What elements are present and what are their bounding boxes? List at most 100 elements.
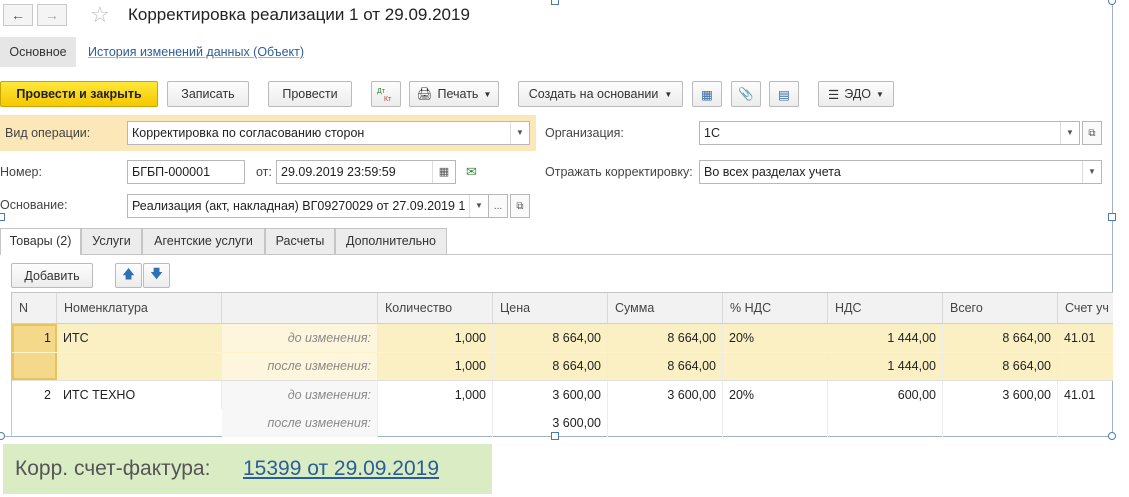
structure-button[interactable]: ▦ [692, 81, 722, 107]
account-before[interactable]: 41.01 [1058, 381, 1113, 409]
row-name[interactable]: ИТС [57, 324, 222, 352]
create-based-on-button[interactable]: Создать на основании ▼ [518, 81, 683, 107]
column-header-nomenclature[interactable]: Номенклатура [57, 293, 222, 324]
invoice-panel: Корр. счет-фактура: 15399 от 29.09.2019 [3, 444, 492, 494]
number-field[interactable]: БГБП-000001 [127, 160, 245, 184]
qty-before[interactable]: 1,000 [378, 324, 493, 352]
account-after[interactable] [1058, 409, 1113, 437]
column-header-price[interactable]: Цена [493, 293, 608, 324]
attach-button[interactable]: 📎 [731, 81, 761, 107]
resize-handle[interactable] [1108, 0, 1116, 5]
invoice-label: Корр. счет-фактура: [15, 457, 211, 480]
operation-value: Корректировка по согласованию сторон [132, 126, 365, 140]
account-after[interactable] [1058, 352, 1113, 380]
total-after[interactable]: 8 664,00 [943, 352, 1058, 380]
add-row-button[interactable]: Добавить [11, 263, 93, 288]
basis-value: Реализация (акт, накладная) ВГ09270029 о… [132, 199, 466, 213]
structure-icon: ▦ [701, 87, 713, 102]
history-link[interactable]: История изменений данных (Объект) [88, 37, 304, 67]
column-header-n[interactable]: N [12, 293, 57, 324]
save-button[interactable]: Записать [167, 81, 249, 107]
resize-handle[interactable] [0, 432, 5, 440]
vat-rate-after[interactable] [723, 352, 828, 380]
tab-goods[interactable]: Товары (2) [0, 228, 81, 255]
edo-button[interactable]: ☰ ЭДО ▼ [818, 81, 894, 107]
open-icon: ⧉ [516, 200, 524, 212]
resize-handle[interactable] [551, 0, 559, 5]
svg-text:Кт: Кт [384, 96, 392, 102]
chevron-down-icon[interactable]: ▼ [469, 195, 488, 217]
choose-basis-button[interactable]: ... [488, 194, 508, 218]
calendar-icon[interactable]: ▦ [432, 161, 455, 183]
column-header-vat-rate[interactable]: % НДС [723, 293, 828, 324]
organization-label: Организация: [545, 126, 624, 140]
chevron-down-icon: ▼ [483, 89, 492, 99]
post-button[interactable]: Провести [268, 81, 352, 107]
list-button[interactable]: ▤ [769, 81, 799, 107]
vat-after[interactable]: 1 444,00 [828, 352, 943, 380]
tab-agent-services[interactable]: Агентские услуги [142, 228, 265, 254]
column-header-vat[interactable]: НДС [828, 293, 943, 324]
operation-select[interactable]: Корректировка по согласованию сторон ▼ [127, 121, 530, 145]
chevron-down-icon[interactable]: ▼ [510, 122, 529, 144]
organization-field[interactable]: 1С ▼ [699, 121, 1080, 145]
goods-table: N Номенклатура Количество Цена Сумма % Н… [11, 292, 1113, 437]
before-label: до изменения: [222, 381, 378, 409]
chevron-down-icon[interactable]: ▼ [1060, 122, 1079, 144]
open-organization-button[interactable]: ⧉ [1082, 121, 1102, 145]
arrow-up-icon: 🡅 [122, 267, 135, 281]
column-header-quantity[interactable]: Количество [378, 293, 493, 324]
create-based-label: Создать на основании [528, 87, 659, 101]
column-header-sum[interactable]: Сумма [608, 293, 723, 324]
vat-after[interactable] [828, 409, 943, 437]
post-and-close-button[interactable]: Провести и закрыть [0, 81, 158, 107]
price-before[interactable]: 8 664,00 [493, 324, 608, 352]
comment-icon[interactable]: ✉ [466, 164, 477, 180]
move-down-button[interactable]: 🡇 [143, 263, 170, 288]
star-icon[interactable]: ☆ [90, 2, 110, 28]
reflect-select[interactable]: Во всех разделах учета ▼ [699, 160, 1102, 184]
basis-field[interactable]: Реализация (акт, накладная) ВГ09270029 о… [127, 194, 489, 218]
row-name[interactable]: ИТС ТЕХНО [57, 381, 222, 409]
open-basis-button[interactable]: ⧉ [510, 194, 530, 218]
date-field[interactable]: 29.09.2019 23:59:59 ▦ [276, 160, 456, 184]
paperclip-icon: 📎 [738, 86, 754, 101]
column-header-total[interactable]: Всего [943, 293, 1058, 324]
move-up-button[interactable]: 🡅 [115, 263, 142, 288]
price-after[interactable]: 8 664,00 [493, 352, 608, 380]
qty-after[interactable] [378, 409, 493, 437]
sum-before[interactable]: 3 600,00 [608, 381, 723, 409]
print-button[interactable]: 🖨 Печать ▼ [409, 81, 499, 107]
vat-before[interactable]: 1 444,00 [828, 324, 943, 352]
vat-rate-after[interactable] [723, 409, 828, 437]
resize-handle[interactable] [0, 213, 5, 221]
vat-rate-before[interactable]: 20% [723, 324, 828, 352]
vat-before[interactable]: 600,00 [828, 381, 943, 409]
tab-settlements[interactable]: Расчеты [265, 228, 335, 254]
total-before[interactable]: 3 600,00 [943, 381, 1058, 409]
resize-handle[interactable] [1108, 213, 1116, 221]
tab-additional[interactable]: Дополнительно [335, 228, 447, 254]
tab-main[interactable]: Основное [0, 37, 76, 67]
column-header-spacer [222, 293, 378, 324]
vat-rate-before[interactable]: 20% [723, 381, 828, 409]
total-before[interactable]: 8 664,00 [943, 324, 1058, 352]
qty-after[interactable]: 1,000 [378, 352, 493, 380]
tab-services[interactable]: Услуги [81, 228, 142, 254]
column-header-account[interactable]: Счет уч [1058, 293, 1113, 324]
forward-button[interactable]: → [37, 4, 67, 26]
qty-before[interactable]: 1,000 [378, 381, 493, 409]
price-after[interactable]: 3 600,00 [493, 409, 608, 437]
operation-label: Вид операции: [5, 126, 91, 140]
tabs-divider [0, 254, 1112, 255]
price-before[interactable]: 3 600,00 [493, 381, 608, 409]
invoice-link[interactable]: 15399 от 29.09.2019 [243, 457, 439, 481]
sum-after[interactable]: 8 664,00 [608, 352, 723, 380]
sum-after[interactable] [608, 409, 723, 437]
account-before[interactable]: 41.01 [1058, 324, 1113, 352]
chevron-down-icon[interactable]: ▼ [1082, 161, 1101, 183]
sum-before[interactable]: 8 664,00 [608, 324, 723, 352]
total-after[interactable] [943, 409, 1058, 437]
dt-kt-button[interactable]: Дт Кт [371, 81, 401, 107]
back-button[interactable]: ← [3, 4, 33, 26]
